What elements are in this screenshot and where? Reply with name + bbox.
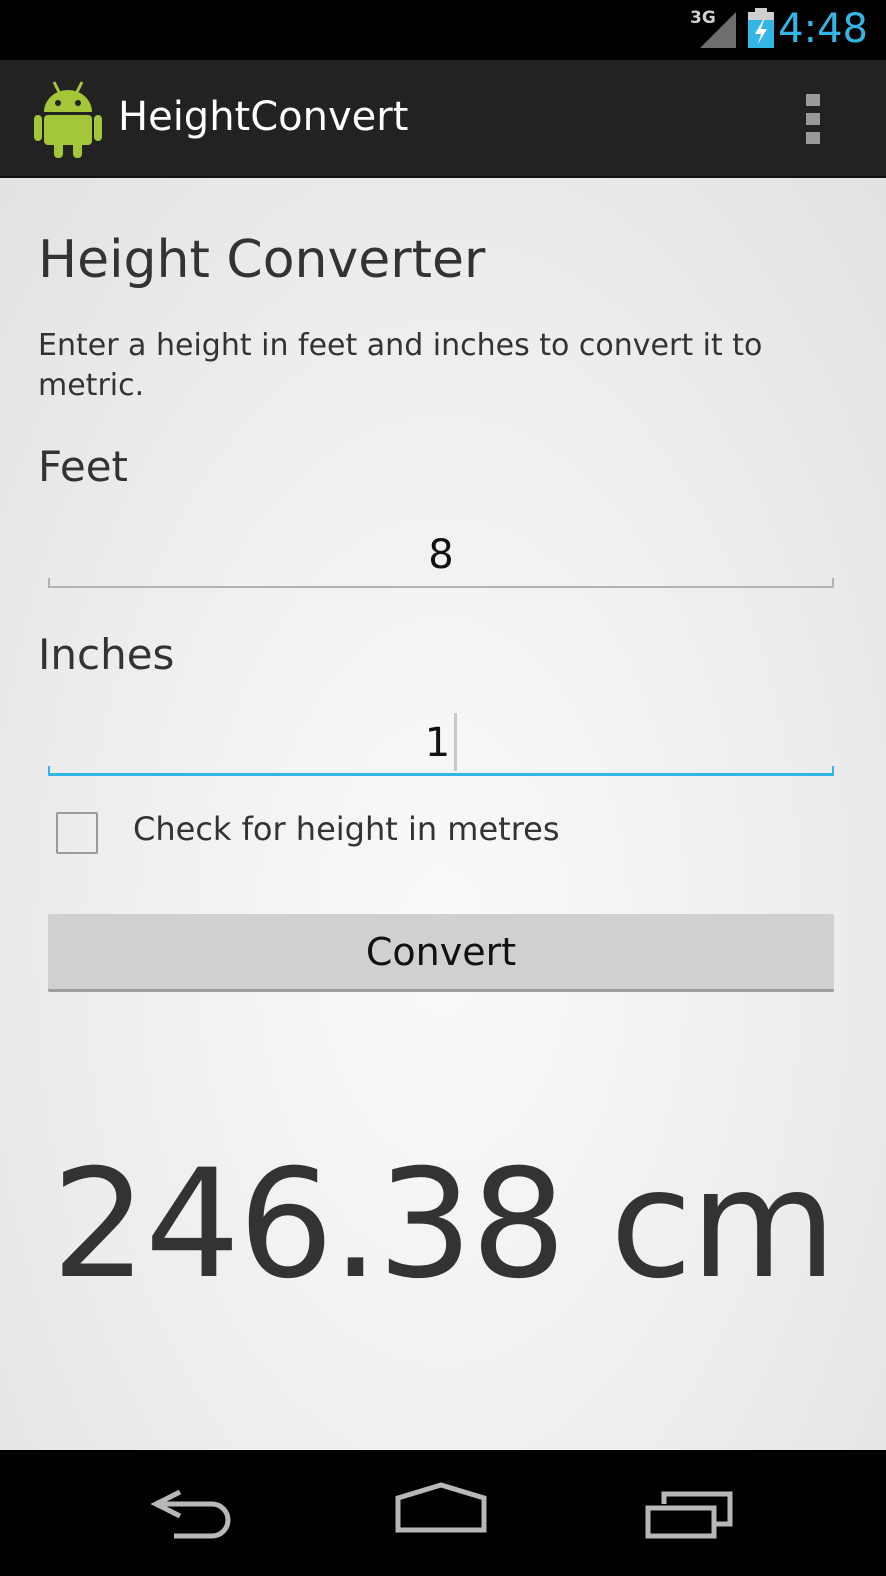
overflow-menu-icon[interactable]	[804, 92, 822, 150]
status-bar: 3G 4:48	[0, 0, 886, 60]
metres-checkbox-label[interactable]: Check for height in metres	[133, 810, 560, 848]
text-cursor	[454, 713, 458, 771]
android-icon[interactable]	[34, 78, 102, 162]
metres-checkbox[interactable]	[56, 812, 98, 854]
back-icon[interactable]	[150, 1488, 238, 1544]
convert-button[interactable]: Convert	[48, 914, 834, 992]
recents-icon[interactable]	[644, 1490, 734, 1544]
feet-input[interactable]: 8	[48, 518, 834, 588]
inches-value: 1	[424, 720, 451, 766]
app-title: HeightConvert	[118, 94, 409, 140]
navigation-bar	[0, 1450, 886, 1576]
inches-input[interactable]: 1	[48, 706, 834, 776]
page-heading: Height Converter	[38, 230, 486, 290]
result-text: 246.38 cm	[51, 1138, 836, 1312]
action-bar: HeightConvert	[0, 60, 886, 178]
signal-icon	[700, 12, 736, 52]
description-text: Enter a height in feet and inches to con…	[38, 328, 763, 403]
feet-label: Feet	[38, 442, 129, 491]
clock: 4:48	[778, 6, 868, 52]
home-icon[interactable]	[394, 1482, 488, 1538]
inches-label: Inches	[38, 630, 175, 679]
content-area: Height Converter Enter a height in feet …	[0, 178, 886, 1450]
battery-charging-icon	[746, 8, 776, 52]
feet-value: 8	[428, 532, 454, 578]
